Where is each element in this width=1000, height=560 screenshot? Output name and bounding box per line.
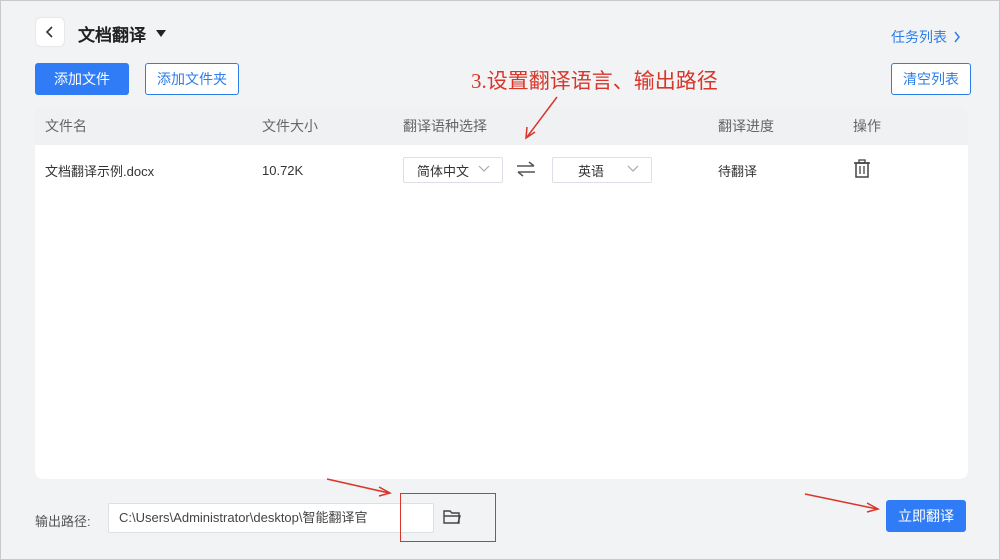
back-button[interactable] — [35, 17, 65, 47]
swap-icon[interactable] — [515, 160, 537, 178]
page-title-text: 文档翻译 — [78, 26, 146, 45]
file-name: 文档翻译示例.docx — [45, 163, 155, 179]
clear-list-button[interactable]: 清空列表 — [891, 63, 971, 95]
annotation-arrow-path — [326, 478, 392, 497]
file-size: 10.72K — [262, 162, 304, 178]
trash-icon[interactable] — [853, 159, 871, 179]
task-list-label: 任务列表 — [891, 29, 947, 45]
chevron-right-icon — [954, 31, 960, 43]
translate-now-button[interactable]: 立即翻译 — [886, 500, 966, 532]
column-header-actions: 操作 — [853, 118, 881, 134]
task-list-link[interactable]: 任务列表 — [891, 27, 961, 47]
column-header-progress: 翻译进度 — [718, 118, 774, 134]
target-language-select[interactable]: 英语 — [552, 157, 652, 183]
translation-status: 待翻译 — [718, 163, 758, 179]
back-icon — [45, 26, 53, 38]
annotation-arrow-translate — [804, 493, 880, 513]
annotation-highlight-box — [400, 493, 496, 542]
column-header-language: 翻译语种选择 — [403, 118, 487, 134]
column-header-size: 文件大小 — [262, 118, 318, 134]
add-file-button[interactable]: 添加文件 — [35, 63, 129, 95]
column-header-name: 文件名 — [45, 118, 87, 134]
dropdown-caret-icon[interactable] — [156, 30, 166, 37]
file-table: 文件名 文件大小 翻译语种选择 翻译进度 操作 文档翻译示例.docx 10.7… — [35, 107, 968, 479]
output-path-label: 输出路径: — [35, 514, 91, 529]
table-row: 文档翻译示例.docx 10.72K 简体中文 英语 待翻译 — [35, 145, 968, 195]
document-translate-window: 文档翻译 任务列表 添加文件 添加文件夹 清空列表 3.设置翻译语言、输出路径 … — [0, 0, 1000, 560]
table-header: 文件名 文件大小 翻译语种选择 翻译进度 操作 — [35, 107, 968, 145]
source-language-value: 简体中文 — [417, 163, 470, 179]
target-language-value: 英语 — [578, 163, 605, 179]
chevron-down-icon — [478, 165, 490, 172]
page-title[interactable]: 文档翻译 — [78, 21, 166, 46]
source-language-select[interactable]: 简体中文 — [403, 157, 503, 183]
output-path-field[interactable]: C:\Users\Administrator\desktop\智能翻译官 — [108, 503, 434, 533]
chevron-down-icon — [627, 165, 639, 172]
add-folder-button[interactable]: 添加文件夹 — [145, 63, 239, 95]
annotation-step-text: 3.设置翻译语言、输出路径 — [471, 69, 718, 93]
